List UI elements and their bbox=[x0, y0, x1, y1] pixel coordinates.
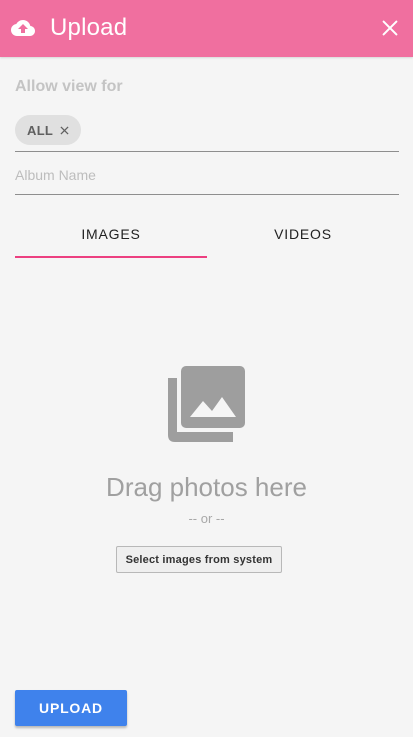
visibility-chip-all[interactable]: ALL bbox=[15, 115, 82, 145]
cloud-upload-icon bbox=[11, 20, 35, 36]
media-tabs: IMAGES VIDEOS bbox=[15, 212, 399, 258]
select-images-button[interactable]: Select images from system bbox=[116, 546, 282, 573]
album-name-underline bbox=[15, 194, 399, 195]
allow-view-label: Allow view for bbox=[15, 78, 123, 95]
album-name-input[interactable] bbox=[15, 160, 399, 190]
chip-remove-icon[interactable] bbox=[60, 125, 69, 135]
dialog-header: Upload bbox=[0, 0, 413, 57]
tab-videos[interactable]: VIDEOS bbox=[207, 212, 399, 256]
active-tab-indicator bbox=[15, 256, 207, 258]
visibility-field-underline bbox=[15, 151, 399, 152]
dialog-title: Upload bbox=[50, 14, 128, 41]
dropzone-or-text: -- or -- bbox=[188, 511, 225, 526]
close-icon[interactable] bbox=[379, 17, 401, 39]
upload-button[interactable]: UPLOAD bbox=[15, 690, 127, 726]
tab-images[interactable]: IMAGES bbox=[15, 212, 207, 256]
chip-label: ALL bbox=[27, 122, 54, 138]
photo-library-icon bbox=[168, 366, 245, 442]
dropzone-title: Drag photos here bbox=[106, 472, 307, 502]
